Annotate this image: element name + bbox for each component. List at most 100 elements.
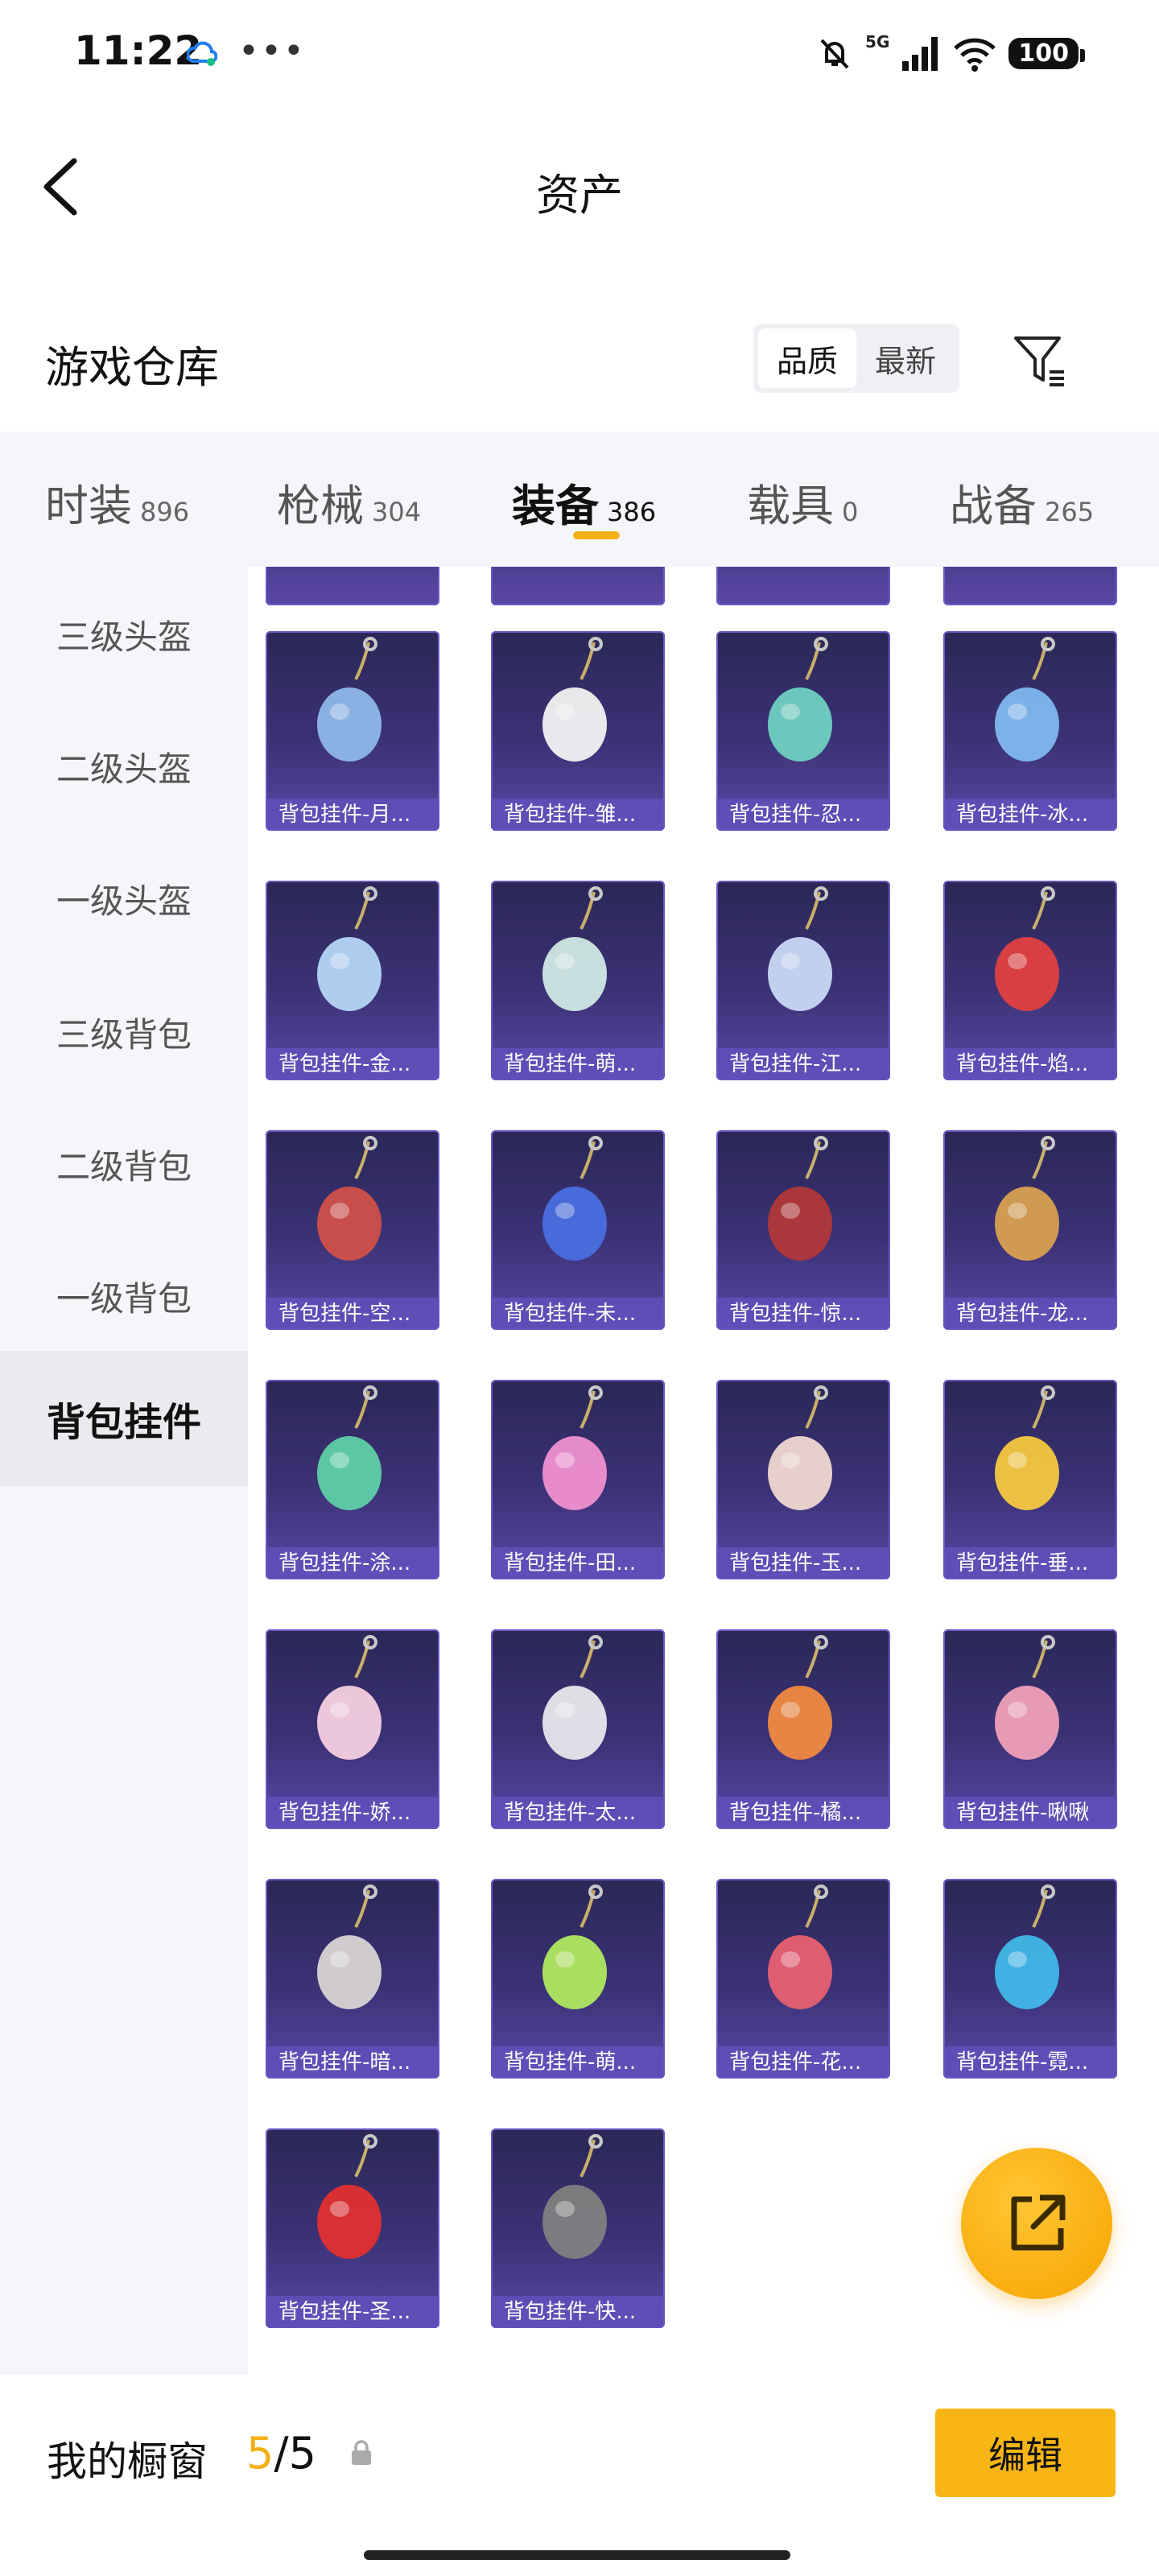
category-tabs: 时装 896 枪械 304 装备 386 载具 0 战备 265 bbox=[0, 431, 1159, 567]
charm-flower-icon bbox=[768, 886, 832, 1011]
item-card[interactable]: 背包挂件-圣... bbox=[266, 2128, 439, 2328]
item-card[interactable]: 背包挂件-花... bbox=[716, 1879, 890, 2079]
item-name: 背包挂件-焰... bbox=[943, 1048, 1117, 1080]
item-card[interactable]: 背包挂件-田... bbox=[491, 1380, 665, 1579]
charm-swirl-icon bbox=[317, 1385, 382, 1510]
tab-firearms[interactable]: 枪械 304 bbox=[277, 470, 421, 534]
item-card[interactable]: 背包挂件-雏... bbox=[491, 631, 665, 831]
sort-newest-button[interactable]: 最新 bbox=[856, 328, 955, 388]
charm-rabbit-icon bbox=[768, 1385, 832, 1510]
sidebar-item-lv3-backpack[interactable]: 三级背包 bbox=[0, 964, 248, 1100]
item-card[interactable]: 背包挂件-太... bbox=[491, 1629, 665, 1829]
charm-scroll-icon bbox=[317, 886, 382, 1011]
item-name: 背包挂件-冰... bbox=[943, 799, 1117, 831]
item-card[interactable]: 背包挂件-萌... bbox=[491, 1879, 665, 2079]
item-name: 背包挂件-快... bbox=[491, 2296, 665, 2328]
tab-vehicles[interactable]: 载具 0 bbox=[747, 470, 858, 534]
sidebar-item-lv2-backpack[interactable]: 二级背包 bbox=[0, 1096, 248, 1232]
item-card[interactable]: 背包挂件-暗... bbox=[266, 1879, 439, 2079]
charm-shuriken-icon bbox=[768, 637, 832, 762]
item-card-partial[interactable] bbox=[716, 567, 890, 605]
item-card[interactable]: 背包挂件-玉... bbox=[716, 1380, 890, 1579]
page-title: 资产 bbox=[536, 170, 623, 221]
sidebar-item-lv3-helmet[interactable]: 三级头盔 bbox=[0, 567, 248, 702]
network-type: 5G bbox=[865, 32, 890, 52]
item-card-partial[interactable] bbox=[266, 567, 439, 605]
tab-label: 装备 bbox=[512, 481, 599, 531]
charm-duck-icon bbox=[995, 1385, 1059, 1510]
item-card[interactable]: 背包挂件-橘... bbox=[716, 1629, 890, 1829]
tab-label: 时装 bbox=[45, 481, 132, 531]
item-card[interactable]: 背包挂件-焰... bbox=[943, 881, 1117, 1080]
share-button[interactable] bbox=[961, 2148, 1112, 2299]
item-name: 背包挂件-萌... bbox=[491, 1048, 665, 1080]
showcase-count: 5/5 bbox=[246, 2428, 316, 2479]
cloud-sync-icon bbox=[187, 41, 217, 66]
sidebar-item-lv1-helmet[interactable]: 一级头盔 bbox=[0, 831, 248, 966]
charm-knot-icon bbox=[995, 886, 1059, 1011]
showcase-current: 5 bbox=[246, 2428, 274, 2479]
item-name: 背包挂件-雏... bbox=[491, 799, 665, 831]
item-name: 背包挂件-霓... bbox=[943, 2046, 1117, 2079]
charm-santa-hat-icon bbox=[317, 2134, 382, 2259]
item-card[interactable]: 背包挂件-垂... bbox=[943, 1380, 1117, 1579]
warehouse-title: 游戏仓库 bbox=[45, 342, 219, 393]
charm-bun-icon bbox=[317, 1635, 382, 1760]
warehouse-header: 游戏仓库 品质 最新 bbox=[0, 306, 1159, 419]
status-indicators: 5G 100 bbox=[815, 29, 1085, 77]
charm-card-icon bbox=[542, 1385, 607, 1510]
charm-pistol-icon bbox=[317, 1136, 382, 1261]
status-bar: 11:22 ••• 5G 100 bbox=[0, 0, 1159, 105]
battery-indicator: 100 bbox=[1008, 37, 1085, 69]
item-card-partial[interactable] bbox=[491, 567, 665, 605]
item-card[interactable]: 背包挂件-空... bbox=[266, 1130, 439, 1330]
item-name: 背包挂件-玉... bbox=[716, 1547, 890, 1579]
item-name: 背包挂件-月... bbox=[266, 799, 439, 831]
item-card[interactable]: 背包挂件-啾啾 bbox=[943, 1629, 1117, 1829]
item-name: 背包挂件-龙... bbox=[943, 1298, 1117, 1330]
tab-count: 265 bbox=[1045, 497, 1095, 527]
showcase-bar: 我的橱窗 5/5 编辑 bbox=[0, 2375, 1159, 2576]
filter-icon[interactable] bbox=[1011, 332, 1069, 390]
sidebar-item-lv1-backpack[interactable]: 一级背包 bbox=[0, 1228, 248, 1364]
edit-button[interactable]: 编辑 bbox=[935, 2409, 1116, 2497]
item-card[interactable]: 背包挂件-龙... bbox=[943, 1130, 1117, 1330]
item-name: 背包挂件-空... bbox=[266, 1298, 439, 1330]
tab-gear[interactable]: 战备 265 bbox=[950, 470, 1094, 534]
item-card[interactable]: 背包挂件-江... bbox=[716, 881, 890, 1080]
item-card[interactable]: 背包挂件-娇... bbox=[266, 1629, 439, 1829]
sidebar-item-backpack-charm[interactable]: 背包挂件 bbox=[0, 1351, 248, 1486]
page-header: 资产 bbox=[0, 105, 1159, 266]
charm-heart-bow-icon bbox=[542, 1136, 607, 1261]
tab-count: 386 bbox=[607, 497, 657, 527]
item-card[interactable]: 背包挂件-冰... bbox=[943, 631, 1117, 831]
item-card[interactable]: 背包挂件-金... bbox=[266, 881, 439, 1080]
showcase-total: 5 bbox=[288, 2428, 316, 2479]
tab-count: 0 bbox=[842, 497, 859, 527]
item-name: 背包挂件-暗... bbox=[266, 2046, 439, 2079]
charm-robot-icon bbox=[995, 637, 1059, 762]
home-indicator bbox=[364, 2550, 790, 2560]
item-card[interactable]: 背包挂件-惊... bbox=[716, 1130, 890, 1330]
item-card-partial[interactable] bbox=[943, 567, 1117, 605]
item-card[interactable]: 背包挂件-涂... bbox=[266, 1380, 439, 1579]
item-card[interactable]: 背包挂件-霓... bbox=[943, 1879, 1117, 2079]
tab-label: 枪械 bbox=[277, 481, 364, 531]
subcategory-sidebar: 三级头盔 二级头盔 一级头盔 三级背包 二级背包 一级背包 背包挂件 bbox=[0, 567, 248, 2375]
item-card[interactable]: 背包挂件-快... bbox=[491, 2128, 665, 2328]
showcase-separator: / bbox=[274, 2428, 289, 2479]
tab-equipment[interactable]: 装备 386 bbox=[512, 470, 656, 534]
tab-label: 载具 bbox=[747, 481, 834, 531]
sidebar-item-lv2-helmet[interactable]: 二级头盔 bbox=[0, 699, 248, 834]
tab-fashion[interactable]: 时装 896 bbox=[45, 470, 189, 534]
item-card[interactable]: 背包挂件-月... bbox=[266, 631, 439, 831]
item-name: 背包挂件-惊... bbox=[716, 1298, 890, 1330]
item-card[interactable]: 背包挂件-忍... bbox=[716, 631, 890, 831]
item-card[interactable]: 背包挂件-萌... bbox=[491, 881, 665, 1080]
charm-bottle-icon bbox=[542, 886, 607, 1011]
sort-quality-button[interactable]: 品质 bbox=[758, 328, 856, 388]
item-card[interactable]: 背包挂件-未... bbox=[491, 1130, 665, 1330]
charm-sword-icon bbox=[317, 637, 382, 762]
item-name: 背包挂件-花... bbox=[716, 2046, 890, 2079]
mute-bell-icon bbox=[820, 39, 849, 69]
